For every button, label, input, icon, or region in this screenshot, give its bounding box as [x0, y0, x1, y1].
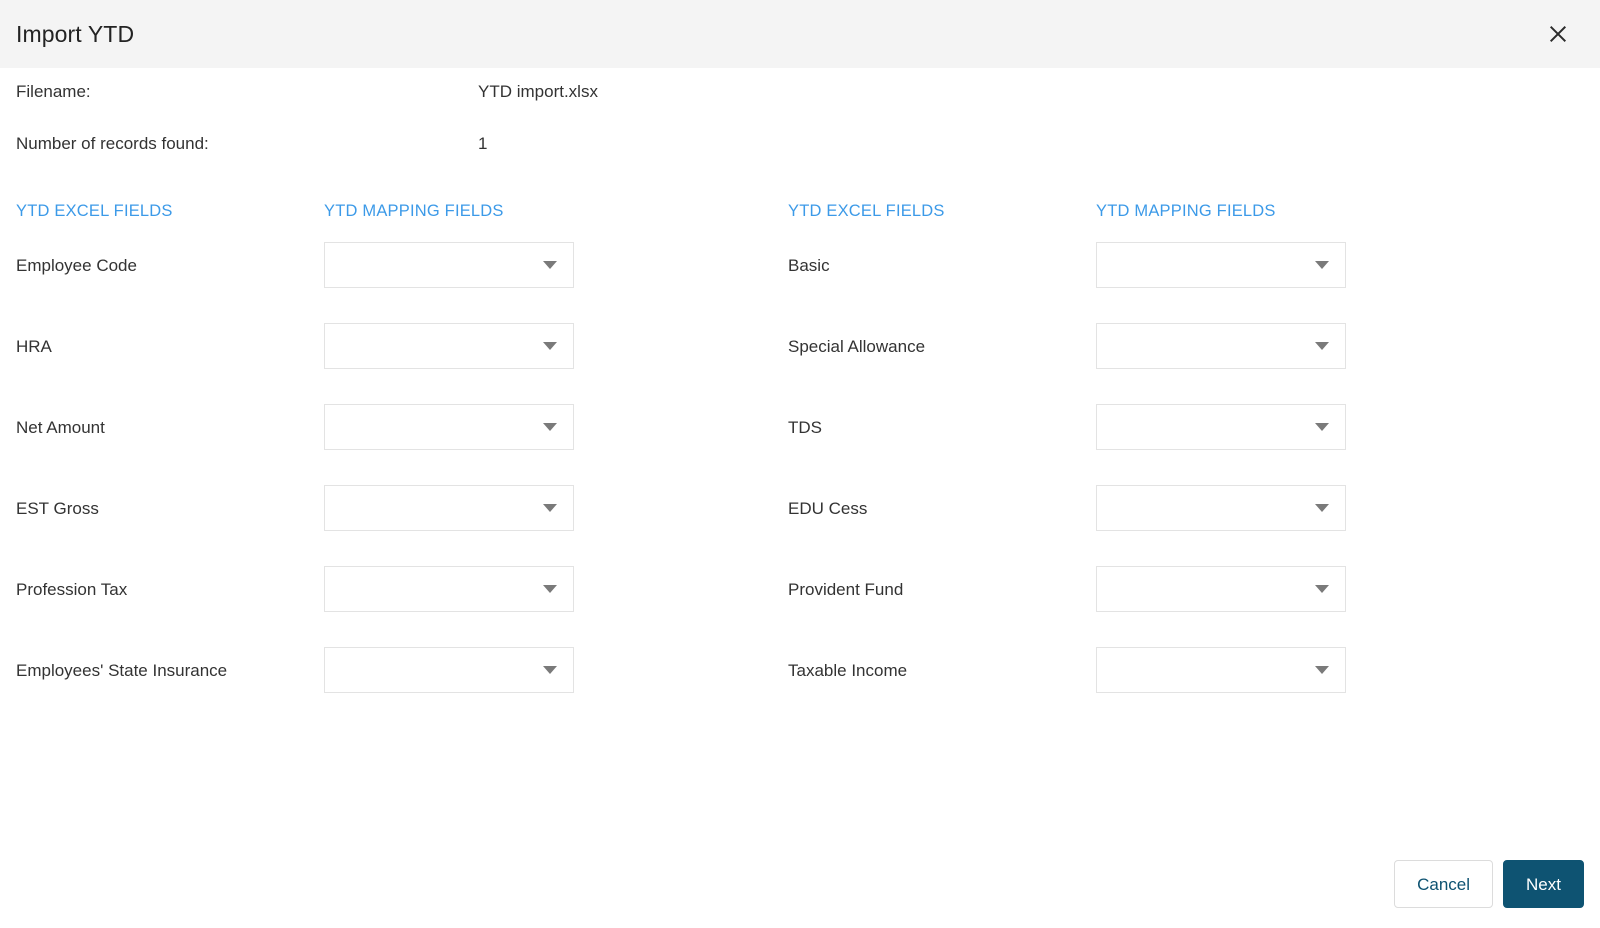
chevron-down-icon [1315, 261, 1329, 269]
chevron-down-icon [543, 666, 557, 674]
mapping-select-value [1097, 324, 1345, 337]
mapping-row: Provident Fund [788, 566, 1558, 647]
header-excel-fields-right: YTD EXCEL FIELDS [788, 202, 945, 220]
excel-field-label: Employees' State Insurance [16, 661, 228, 680]
chevron-down-icon [543, 342, 557, 350]
mapping-select-hra[interactable] [324, 323, 574, 369]
excel-field-label: HRA [16, 337, 52, 356]
chevron-down-icon [1315, 666, 1329, 674]
mapping-row: Special Allowance [788, 323, 1558, 404]
close-button[interactable] [1538, 14, 1578, 54]
close-icon [1548, 24, 1568, 44]
column-headers-left: YTD EXCEL FIELDS YTD MAPPING FIELDS [16, 202, 786, 242]
mapping-select-value [1097, 648, 1345, 661]
chevron-down-icon [543, 261, 557, 269]
mapping-select-special-allowance[interactable] [1096, 323, 1346, 369]
mapping-select-provident-fund[interactable] [1096, 566, 1346, 612]
mapping-select-profession-tax[interactable] [324, 566, 574, 612]
mapping-select-edu-cess[interactable] [1096, 485, 1346, 531]
excel-field-label: Taxable Income [788, 661, 908, 680]
dialog-footer: Cancel Next [1394, 860, 1584, 908]
mapping-select-est-gross[interactable] [324, 485, 574, 531]
mapping-select-value [325, 324, 573, 337]
chevron-down-icon [1315, 585, 1329, 593]
dialog-titlebar: Import YTD [0, 0, 1600, 68]
chevron-down-icon [543, 585, 557, 593]
mapping-select-employees-state-insurance[interactable] [324, 647, 574, 693]
excel-field-label: TDS [788, 418, 822, 437]
mapping-select-value [325, 567, 573, 580]
mapping-row: HRA [16, 323, 786, 404]
filename-row: Filename: YTD import.xlsx [16, 68, 1584, 134]
mapping-select-employee-code[interactable] [324, 242, 574, 288]
mapping-select-value [1097, 486, 1345, 499]
filename-label: Filename: [16, 82, 91, 101]
excel-field-label: Profession Tax [16, 580, 128, 599]
excel-field-label: Employee Code [16, 256, 137, 275]
page-title: Import YTD [16, 20, 135, 47]
mapping-row: Net Amount [16, 404, 786, 485]
mapping-row: Profession Tax [16, 566, 786, 647]
chevron-down-icon [1315, 504, 1329, 512]
excel-field-label: Provident Fund [788, 580, 904, 599]
records-found-label: Number of records found: [16, 134, 209, 153]
mapping-select-value [325, 648, 573, 661]
mapping-select-value [325, 405, 573, 418]
records-found-value: 1 [478, 134, 488, 153]
chevron-down-icon [543, 504, 557, 512]
mapping-row: Taxable Income [788, 647, 1558, 728]
mapping-row: Employee Code [16, 242, 786, 323]
excel-field-label: Special Allowance [788, 337, 926, 356]
mapping-column-left: YTD EXCEL FIELDS YTD MAPPING FIELDS Empl… [16, 202, 786, 728]
header-excel-fields-left: YTD EXCEL FIELDS [16, 202, 173, 220]
header-mapping-fields-left: YTD MAPPING FIELDS [324, 202, 504, 220]
mapping-row: Basic [788, 242, 1558, 323]
mapping-select-value [325, 243, 573, 256]
chevron-down-icon [1315, 342, 1329, 350]
cancel-button[interactable]: Cancel [1394, 860, 1494, 908]
filename-value: YTD import.xlsx [478, 82, 598, 101]
excel-field-label: EDU Cess [788, 499, 868, 518]
mapping-row: TDS [788, 404, 1558, 485]
mapping-select-net-amount[interactable] [324, 404, 574, 450]
mapping-select-value [1097, 567, 1345, 580]
excel-field-label: Net Amount [16, 418, 105, 437]
dialog-body: Filename: YTD import.xlsx Number of reco… [0, 68, 1600, 928]
mapping-select-tds[interactable] [1096, 404, 1346, 450]
chevron-down-icon [1315, 423, 1329, 431]
mapping-row: Employees' State Insurance [16, 647, 786, 728]
mapping-row: EDU Cess [788, 485, 1558, 566]
mapping-grid: YTD EXCEL FIELDS YTD MAPPING FIELDS Empl… [16, 202, 1584, 728]
mapping-select-taxable-income[interactable] [1096, 647, 1346, 693]
import-ytd-dialog: Import YTD Filename: YTD import.xlsx Num… [0, 0, 1600, 928]
mapping-select-basic[interactable] [1096, 242, 1346, 288]
header-mapping-fields-right: YTD MAPPING FIELDS [1096, 202, 1276, 220]
mapping-row: EST Gross [16, 485, 786, 566]
chevron-down-icon [543, 423, 557, 431]
excel-field-label: EST Gross [16, 499, 99, 518]
excel-field-label: Basic [788, 256, 830, 275]
mapping-column-right: YTD EXCEL FIELDS YTD MAPPING FIELDS Basi… [788, 202, 1558, 728]
records-found-row: Number of records found: 1 [16, 134, 1584, 186]
mapping-select-value [1097, 243, 1345, 256]
column-headers-right: YTD EXCEL FIELDS YTD MAPPING FIELDS [788, 202, 1558, 242]
mapping-select-value [1097, 405, 1345, 418]
mapping-select-value [325, 486, 573, 499]
next-button[interactable]: Next [1503, 860, 1584, 908]
